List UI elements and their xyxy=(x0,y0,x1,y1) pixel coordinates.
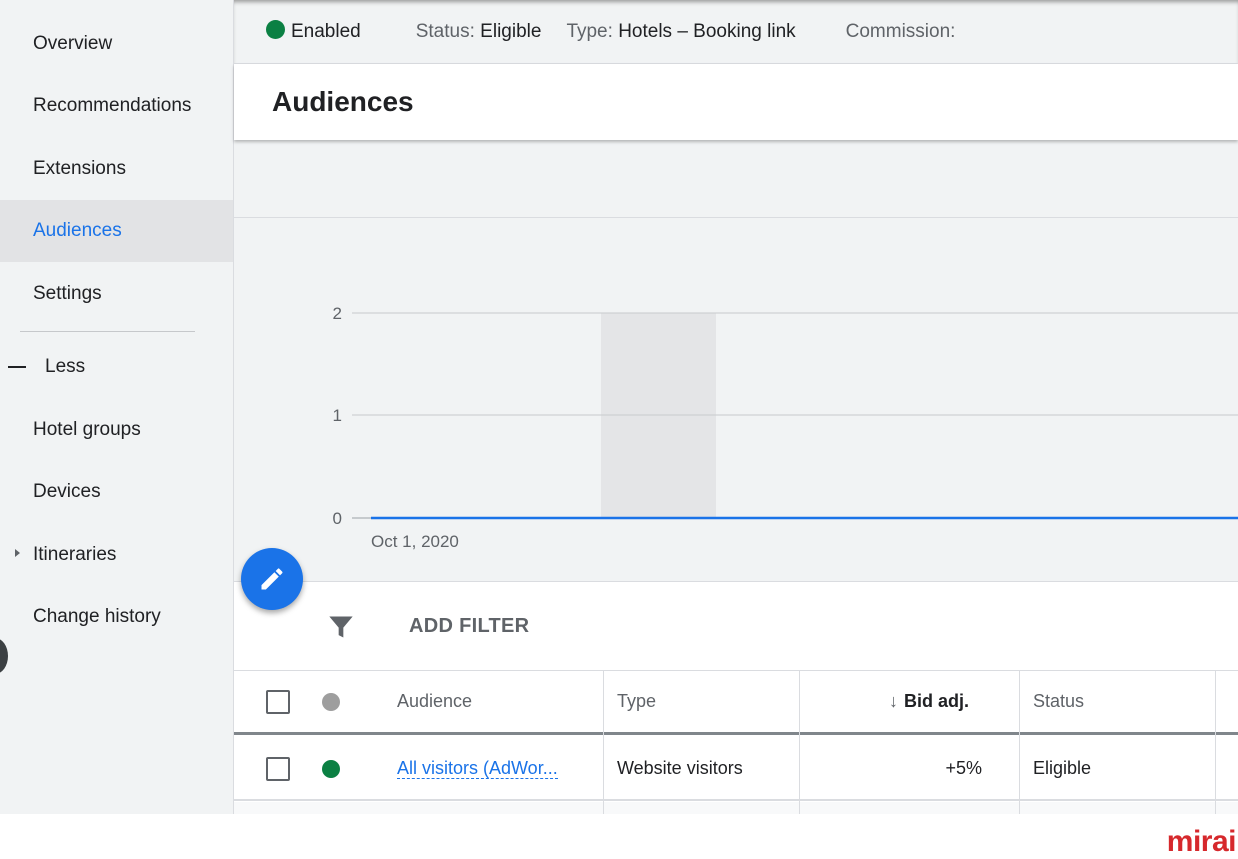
table-header-row: Audience Type ↓ Bid adj. Status xyxy=(234,671,1238,735)
page-title: Audiences xyxy=(272,86,414,117)
sidebar-item-devices[interactable]: Devices xyxy=(0,461,233,523)
column-divider xyxy=(1215,671,1216,814)
column-header-status[interactable]: Status xyxy=(1033,671,1084,732)
column-divider xyxy=(1019,671,1020,814)
edit-fab-button[interactable] xyxy=(241,548,303,610)
sort-down-arrow-icon: ↓ xyxy=(889,691,898,711)
enabled-dot-icon xyxy=(266,20,285,39)
select-all-checkbox[interactable] xyxy=(266,689,290,714)
sidebar-item-hotel-groups[interactable]: Hotel groups xyxy=(0,399,233,461)
audiences-table: Audience Type ↓ Bid adj. Status All visit… xyxy=(234,671,1238,814)
column-header-bid-adj[interactable]: ↓ Bid adj. xyxy=(889,671,969,732)
status-value: Eligible xyxy=(480,20,542,42)
chart-toolbar xyxy=(234,140,1238,218)
y-tick-label: 1 xyxy=(333,406,342,425)
sidebar-item-change-history[interactable]: Change history xyxy=(0,586,233,648)
type-cell: Website visitors xyxy=(617,758,743,778)
filter-icon[interactable] xyxy=(327,613,355,641)
column-header-audience[interactable]: Audience xyxy=(397,671,472,732)
status-column-dot-icon xyxy=(322,692,340,711)
type-value: Hotels – Booking link xyxy=(618,20,796,42)
column-header-type[interactable]: Type xyxy=(617,671,656,732)
chart-svg: 2 1 0 Oct 1, 2020 xyxy=(333,304,1238,551)
commission-label: Commission: xyxy=(845,20,956,42)
column-divider xyxy=(603,671,604,814)
status-cell: Eligible xyxy=(1033,758,1092,778)
sidebar-item-recommendations[interactable]: Recommendations xyxy=(0,75,233,137)
pencil-icon xyxy=(261,568,283,590)
page-header: Audiences xyxy=(234,64,1238,140)
sidebar-item-overview[interactable]: Overview xyxy=(0,13,233,75)
filter-bar: ADD FILTER xyxy=(234,582,1238,671)
bid-adj-label: Bid adj. xyxy=(904,691,970,711)
sidebar-item-audiences[interactable]: Audiences xyxy=(0,200,233,262)
sidebar-divider xyxy=(20,331,195,332)
audience-link[interactable]: All visitors (AdWor... xyxy=(397,758,558,779)
y-tick-label: 0 xyxy=(333,509,342,528)
y-tick-label: 2 xyxy=(333,304,342,323)
row-checkbox[interactable] xyxy=(266,756,290,781)
type-label: Type: xyxy=(566,20,613,42)
bid-adj-cell[interactable]: +5% xyxy=(834,738,982,799)
sidebar-less-toggle[interactable]: Less xyxy=(0,336,233,398)
campaign-status-bar: Enabled Status: Eligible Type: Hotels – … xyxy=(234,0,1238,64)
table-row xyxy=(234,802,1238,814)
table-row: All visitors (AdWor... Website visitors … xyxy=(234,738,1238,801)
status-label: Status: xyxy=(415,20,475,42)
sidebar-item-settings[interactable]: Settings xyxy=(0,263,233,325)
performance-chart: 2 1 0 Oct 1, 2020 xyxy=(234,218,1238,582)
add-filter-button[interactable]: ADD FILTER xyxy=(409,615,529,638)
enabled-status[interactable]: Enabled xyxy=(266,20,361,43)
sidebar: Overview Recommendations Extensions Audi… xyxy=(0,0,234,814)
enabled-dot-icon[interactable] xyxy=(322,759,340,778)
type-info: Type: Hotels – Booking link xyxy=(566,21,795,43)
mirai-logo: mirai xyxy=(1166,825,1237,858)
status-info: Status: Eligible xyxy=(416,21,542,43)
column-divider xyxy=(799,671,800,814)
enabled-label: Enabled xyxy=(291,21,361,42)
sidebar-item-itineraries[interactable]: Itineraries xyxy=(0,524,233,586)
x-tick-label: Oct 1, 2020 xyxy=(371,532,459,551)
sidebar-item-extensions[interactable]: Extensions xyxy=(0,138,233,200)
